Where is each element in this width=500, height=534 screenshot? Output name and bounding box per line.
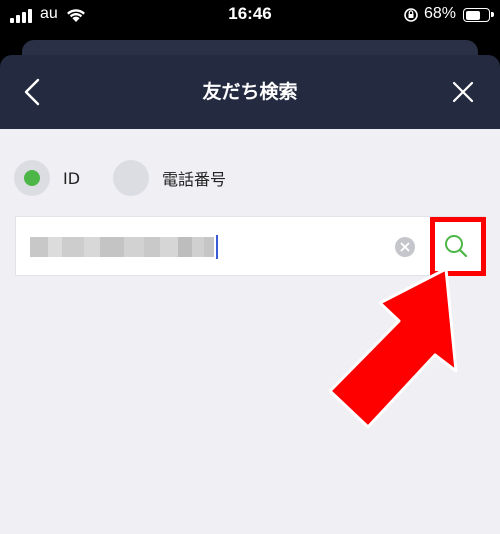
- radio-selected-indicator: [14, 160, 50, 196]
- page-title: 友だち検索: [202, 81, 298, 103]
- search-content: ID 電話番号: [0, 129, 500, 534]
- highlight-box: [430, 217, 486, 276]
- battery-percentage: 68%: [424, 5, 457, 22]
- radio-phone-label: 電話番号: [162, 170, 227, 189]
- close-icon: [452, 81, 474, 103]
- status-bar: au 16:46 68%: [0, 0, 500, 32]
- radio-unselected-indicator: [113, 160, 149, 196]
- battery-fill: [465, 10, 480, 20]
- pointing-arrow-icon: [328, 269, 458, 429]
- search-input[interactable]: [15, 216, 485, 276]
- text-cursor: [216, 235, 218, 259]
- clear-button[interactable]: [395, 237, 415, 257]
- nav-bar: 友だち検索: [0, 55, 500, 129]
- clear-icon: [400, 242, 410, 252]
- search-input-value-obscured: [30, 237, 214, 257]
- radio-id[interactable]: ID: [14, 160, 80, 196]
- close-button[interactable]: [446, 75, 480, 109]
- battery-icon: [463, 8, 494, 22]
- radio-id-label: ID: [63, 168, 81, 188]
- rotation-lock-icon: [404, 8, 418, 22]
- radio-phone-number[interactable]: 電話番号: [113, 160, 226, 196]
